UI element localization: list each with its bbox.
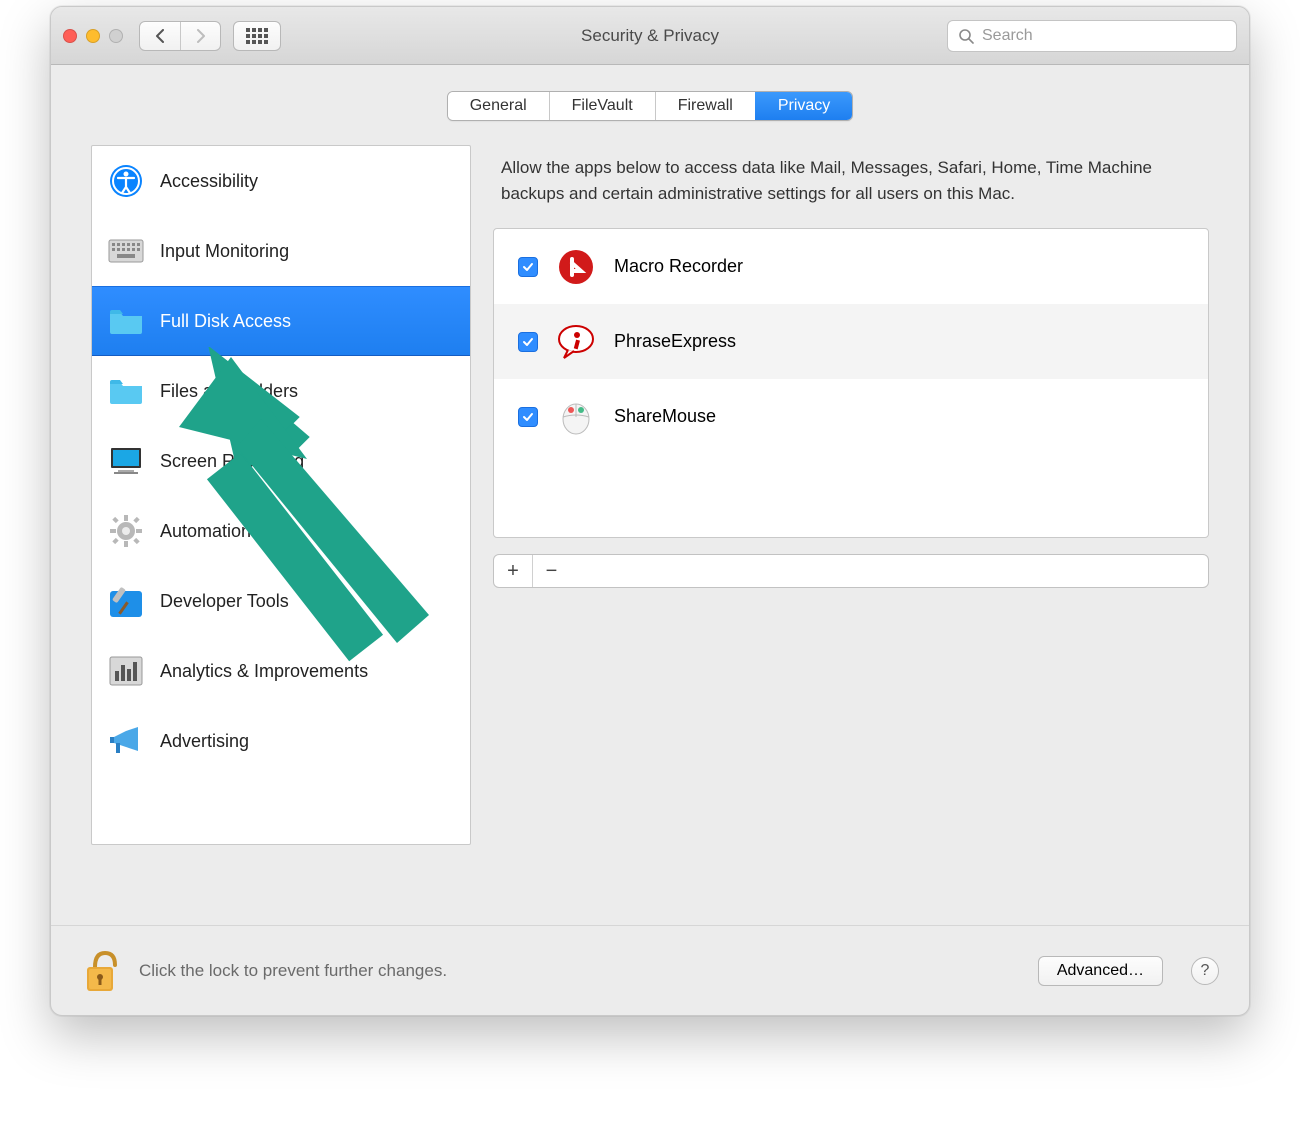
app-name: PhraseExpress: [614, 331, 736, 352]
app-row[interactable]: PhraseExpress: [494, 304, 1208, 379]
app-checkbox[interactable]: [518, 257, 538, 277]
sidebar-item-label: Full Disk Access: [160, 311, 291, 332]
plus-icon: +: [507, 560, 519, 583]
advanced-button-label: Advanced…: [1057, 962, 1144, 980]
sidebar-item-label: Developer Tools: [160, 591, 289, 612]
sidebar-item-label: Accessibility: [160, 171, 258, 192]
preferences-window: Security & Privacy General FileVault Fir…: [50, 6, 1250, 1016]
sidebar-item-label: Automation: [160, 521, 251, 542]
sharemouse-icon: [556, 397, 596, 437]
minus-icon: −: [546, 560, 558, 583]
content-area: Accessibility Input Monitoring Full Disk…: [51, 145, 1249, 845]
macro-recorder-icon: [556, 247, 596, 287]
chart-icon: [108, 653, 144, 689]
folder-icon: [108, 303, 144, 339]
add-app-button[interactable]: +: [494, 555, 532, 587]
sidebar-item-label: Input Monitoring: [160, 241, 289, 262]
help-button[interactable]: ?: [1191, 957, 1219, 985]
forward-button[interactable]: [180, 22, 220, 50]
sidebar-item-screen-recording[interactable]: Screen Recording: [92, 426, 470, 496]
phraseexpress-icon: [556, 322, 596, 362]
close-window-button[interactable]: [63, 29, 77, 43]
grid-icon: [246, 28, 268, 44]
unlocked-lock-icon: [81, 947, 125, 995]
megaphone-icon: [108, 723, 144, 759]
tabs-row: General FileVault Firewall Privacy: [51, 65, 1249, 145]
tab-privacy[interactable]: Privacy: [755, 92, 852, 120]
sidebar-item-full-disk-access[interactable]: Full Disk Access: [92, 286, 470, 356]
sidebar-item-label: Analytics & Improvements: [160, 661, 368, 682]
privacy-category-list: Accessibility Input Monitoring Full Disk…: [91, 145, 471, 845]
app-checkbox[interactable]: [518, 332, 538, 352]
footer: Click the lock to prevent further change…: [51, 925, 1249, 1015]
sidebar-item-advertising[interactable]: Advertising: [92, 706, 470, 776]
search-field[interactable]: [947, 20, 1237, 52]
sidebar-item-developer-tools[interactable]: Developer Tools: [92, 566, 470, 636]
checkmark-icon: [522, 261, 534, 273]
remove-app-button[interactable]: −: [532, 555, 570, 587]
search-input[interactable]: [982, 27, 1226, 45]
detail-panel: Allow the apps below to access data like…: [493, 145, 1209, 845]
folder-icon: [108, 373, 144, 409]
tab-filevault[interactable]: FileVault: [549, 92, 655, 120]
app-row[interactable]: Macro Recorder: [494, 229, 1208, 304]
app-access-list: Macro Recorder PhraseExpress: [493, 228, 1209, 538]
lock-hint-text: Click the lock to prevent further change…: [139, 961, 447, 981]
sidebar-item-label: Screen Recording: [160, 451, 304, 472]
tab-general[interactable]: General: [448, 92, 549, 120]
display-icon: [108, 443, 144, 479]
checkmark-icon: [522, 411, 534, 423]
advanced-button[interactable]: Advanced…: [1038, 956, 1163, 986]
sidebar-item-accessibility[interactable]: Accessibility: [92, 146, 470, 216]
nav-buttons: [139, 21, 221, 51]
checkmark-icon: [522, 336, 534, 348]
tab-label: FileVault: [572, 97, 633, 115]
hammer-icon: [108, 583, 144, 619]
minimize-window-button[interactable]: [86, 29, 100, 43]
titlebar: Security & Privacy: [51, 7, 1249, 65]
app-row[interactable]: ShareMouse: [494, 379, 1208, 454]
app-checkbox[interactable]: [518, 407, 538, 427]
keyboard-icon: [108, 233, 144, 269]
search-icon: [958, 28, 974, 44]
tab-group: General FileVault Firewall Privacy: [447, 91, 854, 121]
back-button[interactable]: [140, 22, 180, 50]
sidebar-item-automation[interactable]: Automation: [92, 496, 470, 566]
sidebar-item-label: Files and Folders: [160, 381, 298, 402]
add-remove-buttons: + −: [493, 554, 1209, 588]
sidebar-item-input-monitoring[interactable]: Input Monitoring: [92, 216, 470, 286]
gear-icon: [108, 513, 144, 549]
zoom-window-button[interactable]: [109, 29, 123, 43]
tab-firewall[interactable]: Firewall: [655, 92, 755, 120]
sidebar-item-analytics[interactable]: Analytics & Improvements: [92, 636, 470, 706]
chevron-left-icon: [154, 29, 166, 43]
show-all-button[interactable]: [233, 21, 281, 51]
sidebar-item-label: Advertising: [160, 731, 249, 752]
sidebar-item-files-folders[interactable]: Files and Folders: [92, 356, 470, 426]
tab-label: General: [470, 97, 527, 115]
question-icon: ?: [1201, 962, 1210, 980]
app-name: Macro Recorder: [614, 256, 743, 277]
tab-label: Privacy: [778, 97, 830, 115]
tab-label: Firewall: [678, 97, 733, 115]
accessibility-icon: [108, 163, 144, 199]
window-controls: [63, 29, 123, 43]
app-name: ShareMouse: [614, 406, 716, 427]
panel-description: Allow the apps below to access data like…: [493, 145, 1209, 228]
lock-button[interactable]: [81, 947, 125, 995]
chevron-right-icon: [195, 29, 207, 43]
